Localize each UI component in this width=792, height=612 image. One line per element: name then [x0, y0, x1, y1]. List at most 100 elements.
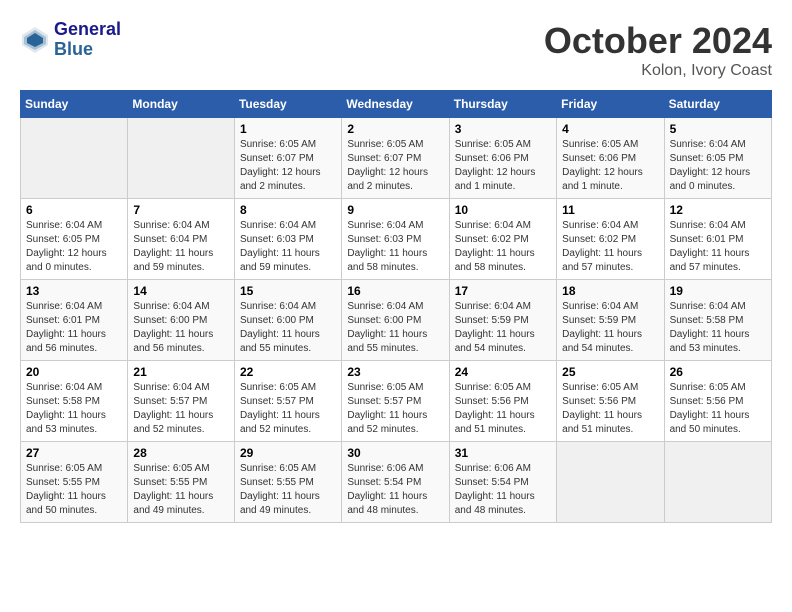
- calendar-cell: 10 Sunrise: 6:04 AM Sunset: 6:02 PM Dayli…: [449, 199, 556, 280]
- day-info: Sunrise: 6:04 AM Sunset: 5:59 PM Dayligh…: [455, 300, 551, 356]
- day-info: Sunrise: 6:05 AM Sunset: 6:06 PM Dayligh…: [455, 138, 551, 194]
- day-info: Sunrise: 6:04 AM Sunset: 5:59 PM Dayligh…: [562, 300, 658, 356]
- weekday-header: Monday: [128, 91, 235, 118]
- calendar-cell: 19 Sunrise: 6:04 AM Sunset: 5:58 PM Dayli…: [664, 280, 771, 361]
- calendar-cell: 6 Sunrise: 6:04 AM Sunset: 6:05 PM Daylig…: [21, 199, 128, 280]
- day-number: 8: [240, 203, 336, 217]
- calendar-cell: [128, 118, 235, 199]
- calendar-cell: 24Sunrise: 6:05 AM Sunset: 5:56 PM Dayli…: [449, 361, 556, 442]
- calendar-week-row: 27 Sunrise: 6:05 AM Sunset: 5:55 PM Dayli…: [21, 442, 772, 523]
- calendar-cell: 23 Sunrise: 6:05 AM Sunset: 5:57 PM Dayli…: [342, 361, 449, 442]
- calendar-cell: 22 Sunrise: 6:05 AM Sunset: 5:57 PM Dayli…: [234, 361, 341, 442]
- day-number: 5: [670, 122, 766, 136]
- day-number: 23: [347, 365, 443, 379]
- day-info: Sunrise: 6:05 AM Sunset: 5:57 PM Dayligh…: [240, 381, 336, 437]
- calendar-cell: 2 Sunrise: 6:05 AM Sunset: 6:07 PM Daylig…: [342, 118, 449, 199]
- day-number: 13: [26, 284, 122, 298]
- day-info: Sunrise: 6:05 AM Sunset: 6:07 PM Dayligh…: [240, 138, 336, 194]
- calendar-cell: 13Sunrise: 6:04 AM Sunset: 6:01 PM Dayli…: [21, 280, 128, 361]
- day-number: 20: [26, 365, 122, 379]
- calendar-week-row: 6 Sunrise: 6:04 AM Sunset: 6:05 PM Daylig…: [21, 199, 772, 280]
- day-number: 25: [562, 365, 658, 379]
- day-number: 30: [347, 446, 443, 460]
- day-info: Sunrise: 6:04 AM Sunset: 6:00 PM Dayligh…: [133, 300, 229, 356]
- day-info: Sunrise: 6:04 AM Sunset: 6:03 PM Dayligh…: [240, 219, 336, 275]
- calendar-cell: [664, 442, 771, 523]
- calendar-cell: 31Sunrise: 6:06 AM Sunset: 5:54 PM Dayli…: [449, 442, 556, 523]
- day-info: Sunrise: 6:04 AM Sunset: 6:02 PM Dayligh…: [562, 219, 658, 275]
- weekday-header: Friday: [557, 91, 664, 118]
- calendar-cell: 18 Sunrise: 6:04 AM Sunset: 5:59 PM Dayli…: [557, 280, 664, 361]
- day-number: 16: [347, 284, 443, 298]
- day-number: 6: [26, 203, 122, 217]
- calendar-cell: 26Sunrise: 6:05 AM Sunset: 5:56 PM Dayli…: [664, 361, 771, 442]
- day-info: Sunrise: 6:04 AM Sunset: 6:04 PM Dayligh…: [133, 219, 229, 275]
- calendar-cell: 14 Sunrise: 6:04 AM Sunset: 6:00 PM Dayli…: [128, 280, 235, 361]
- day-number: 19: [670, 284, 766, 298]
- day-info: Sunrise: 6:04 AM Sunset: 6:05 PM Dayligh…: [26, 219, 122, 275]
- day-number: 9: [347, 203, 443, 217]
- weekday-header-row: SundayMondayTuesdayWednesdayThursdayFrid…: [21, 91, 772, 118]
- calendar-cell: 1 Sunrise: 6:05 AM Sunset: 6:07 PM Daylig…: [234, 118, 341, 199]
- day-info: Sunrise: 6:04 AM Sunset: 6:02 PM Dayligh…: [455, 219, 551, 275]
- calendar-cell: 27 Sunrise: 6:05 AM Sunset: 5:55 PM Dayli…: [21, 442, 128, 523]
- day-number: 2: [347, 122, 443, 136]
- calendar-cell: 11 Sunrise: 6:04 AM Sunset: 6:02 PM Dayli…: [557, 199, 664, 280]
- day-number: 4: [562, 122, 658, 136]
- day-number: 24: [455, 365, 551, 379]
- calendar-cell: 28Sunrise: 6:05 AM Sunset: 5:55 PM Dayli…: [128, 442, 235, 523]
- day-number: 7: [133, 203, 229, 217]
- calendar-cell: 3 Sunrise: 6:05 AM Sunset: 6:06 PM Daylig…: [449, 118, 556, 199]
- weekday-header: Wednesday: [342, 91, 449, 118]
- day-number: 14: [133, 284, 229, 298]
- calendar-cell: 17Sunrise: 6:04 AM Sunset: 5:59 PM Dayli…: [449, 280, 556, 361]
- day-info: Sunrise: 6:05 AM Sunset: 5:56 PM Dayligh…: [562, 381, 658, 437]
- calendar-cell: 21 Sunrise: 6:04 AM Sunset: 5:57 PM Dayli…: [128, 361, 235, 442]
- calendar-cell: 29 Sunrise: 6:05 AM Sunset: 5:55 PM Dayli…: [234, 442, 341, 523]
- calendar-cell: 8 Sunrise: 6:04 AM Sunset: 6:03 PM Daylig…: [234, 199, 341, 280]
- day-info: Sunrise: 6:05 AM Sunset: 5:55 PM Dayligh…: [26, 462, 122, 518]
- calendar-cell: 20 Sunrise: 6:04 AM Sunset: 5:58 PM Dayli…: [21, 361, 128, 442]
- day-number: 27: [26, 446, 122, 460]
- weekday-header: Thursday: [449, 91, 556, 118]
- calendar-cell: 4 Sunrise: 6:05 AM Sunset: 6:06 PM Daylig…: [557, 118, 664, 199]
- day-number: 21: [133, 365, 229, 379]
- calendar-cell: 15Sunrise: 6:04 AM Sunset: 6:00 PM Dayli…: [234, 280, 341, 361]
- calendar-cell: 12 Sunrise: 6:04 AM Sunset: 6:01 PM Dayli…: [664, 199, 771, 280]
- calendar-week-row: 20 Sunrise: 6:04 AM Sunset: 5:58 PM Dayli…: [21, 361, 772, 442]
- day-info: Sunrise: 6:05 AM Sunset: 6:06 PM Dayligh…: [562, 138, 658, 194]
- calendar-cell: 7 Sunrise: 6:04 AM Sunset: 6:04 PM Daylig…: [128, 199, 235, 280]
- page-header: General Blue October 2024 Kolon, Ivory C…: [20, 20, 772, 80]
- logo-text: General Blue: [54, 20, 121, 60]
- day-number: 12: [670, 203, 766, 217]
- day-info: Sunrise: 6:06 AM Sunset: 5:54 PM Dayligh…: [455, 462, 551, 518]
- logo-icon: [20, 25, 50, 55]
- day-number: 29: [240, 446, 336, 460]
- logo: General Blue: [20, 20, 121, 60]
- day-info: Sunrise: 6:04 AM Sunset: 6:01 PM Dayligh…: [670, 219, 766, 275]
- day-info: Sunrise: 6:05 AM Sunset: 5:57 PM Dayligh…: [347, 381, 443, 437]
- day-number: 28: [133, 446, 229, 460]
- day-number: 11: [562, 203, 658, 217]
- calendar-cell: 9 Sunrise: 6:04 AM Sunset: 6:03 PM Daylig…: [342, 199, 449, 280]
- day-info: Sunrise: 6:05 AM Sunset: 6:07 PM Dayligh…: [347, 138, 443, 194]
- day-number: 22: [240, 365, 336, 379]
- weekday-header: Tuesday: [234, 91, 341, 118]
- day-number: 10: [455, 203, 551, 217]
- day-info: Sunrise: 6:04 AM Sunset: 6:00 PM Dayligh…: [240, 300, 336, 356]
- title-area: October 2024 Kolon, Ivory Coast: [544, 20, 772, 80]
- calendar-cell: [21, 118, 128, 199]
- day-info: Sunrise: 6:04 AM Sunset: 5:58 PM Dayligh…: [26, 381, 122, 437]
- calendar-cell: 30 Sunrise: 6:06 AM Sunset: 5:54 PM Dayli…: [342, 442, 449, 523]
- day-info: Sunrise: 6:04 AM Sunset: 5:58 PM Dayligh…: [670, 300, 766, 356]
- day-info: Sunrise: 6:06 AM Sunset: 5:54 PM Dayligh…: [347, 462, 443, 518]
- day-info: Sunrise: 6:04 AM Sunset: 5:57 PM Dayligh…: [133, 381, 229, 437]
- day-info: Sunrise: 6:04 AM Sunset: 6:03 PM Dayligh…: [347, 219, 443, 275]
- day-info: Sunrise: 6:05 AM Sunset: 5:55 PM Dayligh…: [240, 462, 336, 518]
- calendar-week-row: 1 Sunrise: 6:05 AM Sunset: 6:07 PM Daylig…: [21, 118, 772, 199]
- day-number: 1: [240, 122, 336, 136]
- logo-line1: General: [54, 20, 121, 40]
- day-number: 3: [455, 122, 551, 136]
- day-number: 18: [562, 284, 658, 298]
- day-number: 26: [670, 365, 766, 379]
